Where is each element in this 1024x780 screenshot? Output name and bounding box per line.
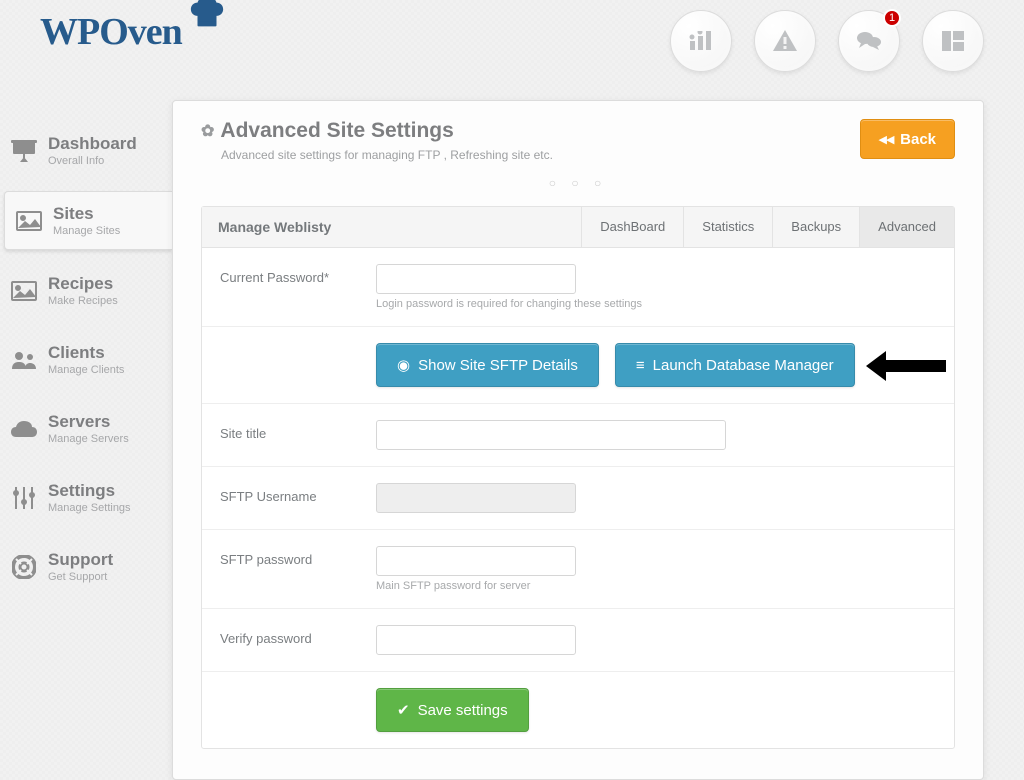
- nav-sub: Make Recipes: [48, 295, 118, 307]
- eye-icon: ◉: [397, 356, 410, 374]
- launch-db-label: Launch Database Manager: [653, 357, 834, 374]
- lifebuoy-icon: [10, 555, 38, 579]
- nav-sub: Manage Settings: [48, 502, 131, 514]
- divider-dots: ○ ○ ○: [201, 176, 955, 190]
- nav-label: Settings: [48, 481, 131, 501]
- sidebar: Dashboard Overall Info Sites Manage Site…: [0, 100, 172, 607]
- bars-icon: [689, 31, 713, 51]
- verify-password-label: Verify password: [220, 625, 360, 646]
- current-password-input[interactable]: [376, 264, 576, 294]
- page-title-text: Advanced Site Settings: [220, 119, 453, 143]
- chef-hat-icon: [188, 0, 226, 33]
- nav-sub: Manage Clients: [48, 364, 124, 376]
- nav-settings[interactable]: Settings Manage Settings: [0, 469, 172, 526]
- nav-clients[interactable]: Clients Manage Clients: [0, 331, 172, 388]
- sftp-username-label: SFTP Username: [220, 483, 360, 504]
- nav-sub: Manage Sites: [53, 225, 120, 237]
- show-sftp-label: Show Site SFTP Details: [418, 357, 578, 374]
- check-icon: ✔: [397, 701, 410, 719]
- tab-advanced[interactable]: Advanced: [859, 207, 954, 247]
- image-icon: [15, 209, 43, 233]
- nav-support[interactable]: Support Get Support: [0, 538, 172, 595]
- chat-icon: [856, 30, 882, 52]
- current-password-label: Current Password*: [220, 264, 360, 285]
- tab-statistics[interactable]: Statistics: [683, 207, 772, 247]
- launch-db-button[interactable]: ≡ Launch Database Manager: [615, 343, 855, 387]
- nav-sites[interactable]: Sites Manage Sites: [4, 191, 172, 250]
- top-alerts-button[interactable]: [754, 10, 816, 72]
- list-icon: ≡: [636, 357, 645, 374]
- site-title-input[interactable]: [376, 420, 726, 450]
- users-icon: [10, 348, 38, 372]
- sftp-password-label: SFTP password: [220, 546, 360, 567]
- panel-title: Manage Weblisty: [202, 207, 347, 247]
- nav-recipes[interactable]: Recipes Make Recipes: [0, 262, 172, 319]
- nav-label: Servers: [48, 412, 129, 432]
- nav-label: Clients: [48, 343, 124, 363]
- warning-icon: [772, 29, 798, 53]
- top-stats-button[interactable]: [670, 10, 732, 72]
- nav-label: Sites: [53, 204, 120, 224]
- page-subtitle: Advanced site settings for managing FTP …: [221, 148, 553, 162]
- settings-panel: Manage Weblisty DashBoard Statistics Bac…: [201, 206, 955, 749]
- sliders-icon: [10, 486, 38, 510]
- brand-logo[interactable]: WPOven: [40, 10, 220, 54]
- save-settings-button[interactable]: ✔ Save settings: [376, 688, 529, 732]
- sftp-password-input[interactable]: [376, 546, 576, 576]
- sftp-password-hint: Main SFTP password for server: [376, 580, 936, 592]
- tab-dashboard[interactable]: DashBoard: [581, 207, 683, 247]
- show-sftp-button[interactable]: ◉ Show Site SFTP Details: [376, 343, 599, 387]
- image-icon: [10, 279, 38, 303]
- presentation-icon: [10, 139, 38, 163]
- notification-badge: 1: [883, 9, 901, 27]
- current-password-hint: Login password is required for changing …: [376, 298, 936, 310]
- page-title: ✿ Advanced Site Settings: [201, 119, 553, 143]
- back-label: Back: [900, 131, 936, 148]
- nav-sub: Get Support: [48, 571, 113, 583]
- nav-dashboard[interactable]: Dashboard Overall Info: [0, 122, 172, 179]
- nav-sub: Overall Info: [48, 155, 137, 167]
- layout-icon: [942, 31, 964, 51]
- nav-label: Support: [48, 550, 113, 570]
- back-button[interactable]: ◂◂ Back: [860, 119, 955, 159]
- annotation-arrow: [866, 351, 946, 381]
- nav-label: Recipes: [48, 274, 118, 294]
- tab-backups[interactable]: Backups: [772, 207, 859, 247]
- site-title-label: Site title: [220, 420, 360, 441]
- verify-password-input[interactable]: [376, 625, 576, 655]
- sftp-username-input: [376, 483, 576, 513]
- cloud-icon: [10, 417, 38, 441]
- nav-sub: Manage Servers: [48, 433, 129, 445]
- gear-icon: ✿: [201, 121, 214, 141]
- panel-tabs: DashBoard Statistics Backups Advanced: [581, 207, 954, 247]
- top-chat-button[interactable]: 1: [838, 10, 900, 72]
- main-panel: ✿ Advanced Site Settings Advanced site s…: [172, 100, 984, 780]
- back-arrows-icon: ◂◂: [879, 130, 894, 148]
- save-label: Save settings: [418, 702, 508, 719]
- nav-servers[interactable]: Servers Manage Servers: [0, 400, 172, 457]
- top-grid-button[interactable]: [922, 10, 984, 72]
- nav-label: Dashboard: [48, 134, 137, 154]
- brand-text: WPOven: [40, 10, 182, 54]
